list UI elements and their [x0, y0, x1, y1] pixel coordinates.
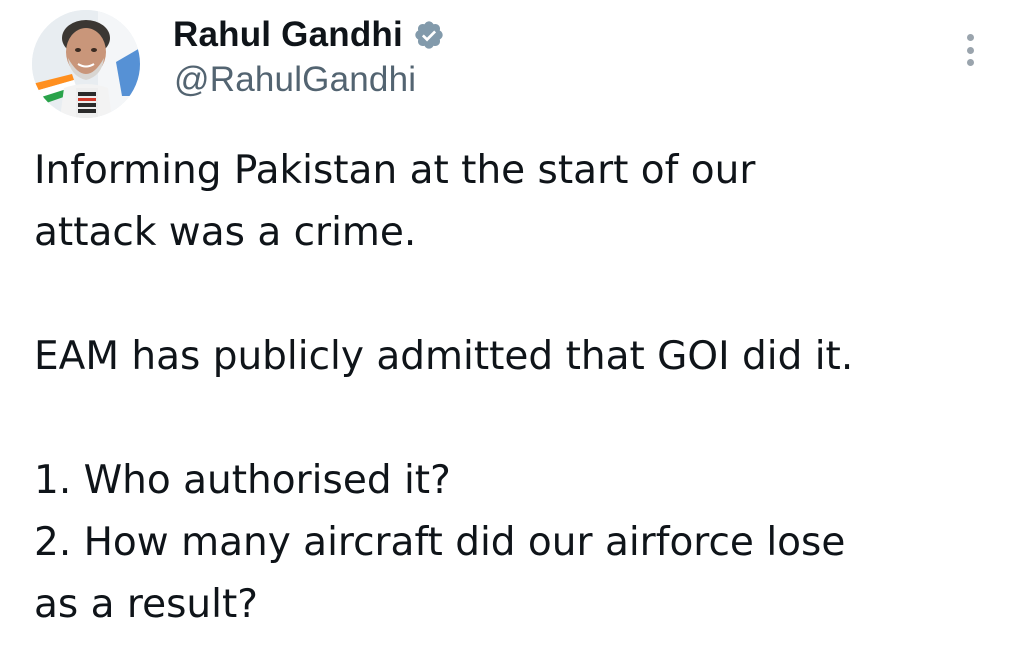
tweet-paragraph: 1. Who authorised it? 2. How many aircra… [34, 458, 846, 627]
more-dot [966, 59, 974, 66]
author-handle[interactable]: @RahulGandhi [174, 60, 416, 100]
tweet-card: Rahul Gandhi @RahulGandhi Informing Paki… [0, 0, 1024, 666]
tweet-paragraph: Informing Pakistan at the start of our a… [34, 148, 756, 255]
more-dot [966, 46, 974, 54]
avatar-image [32, 10, 140, 118]
more-dot [966, 34, 974, 41]
author-name-row: Rahul Gandhi [173, 12, 445, 58]
display-name[interactable]: Rahul Gandhi [173, 15, 403, 55]
tweet-text: Informing Pakistan at the start of our a… [34, 140, 994, 636]
avatar[interactable] [32, 10, 140, 118]
tweet-paragraph: EAM has publicly admitted that GOI did i… [34, 334, 854, 379]
verified-badge-icon[interactable] [413, 19, 445, 51]
more-options-icon[interactable] [955, 30, 985, 70]
